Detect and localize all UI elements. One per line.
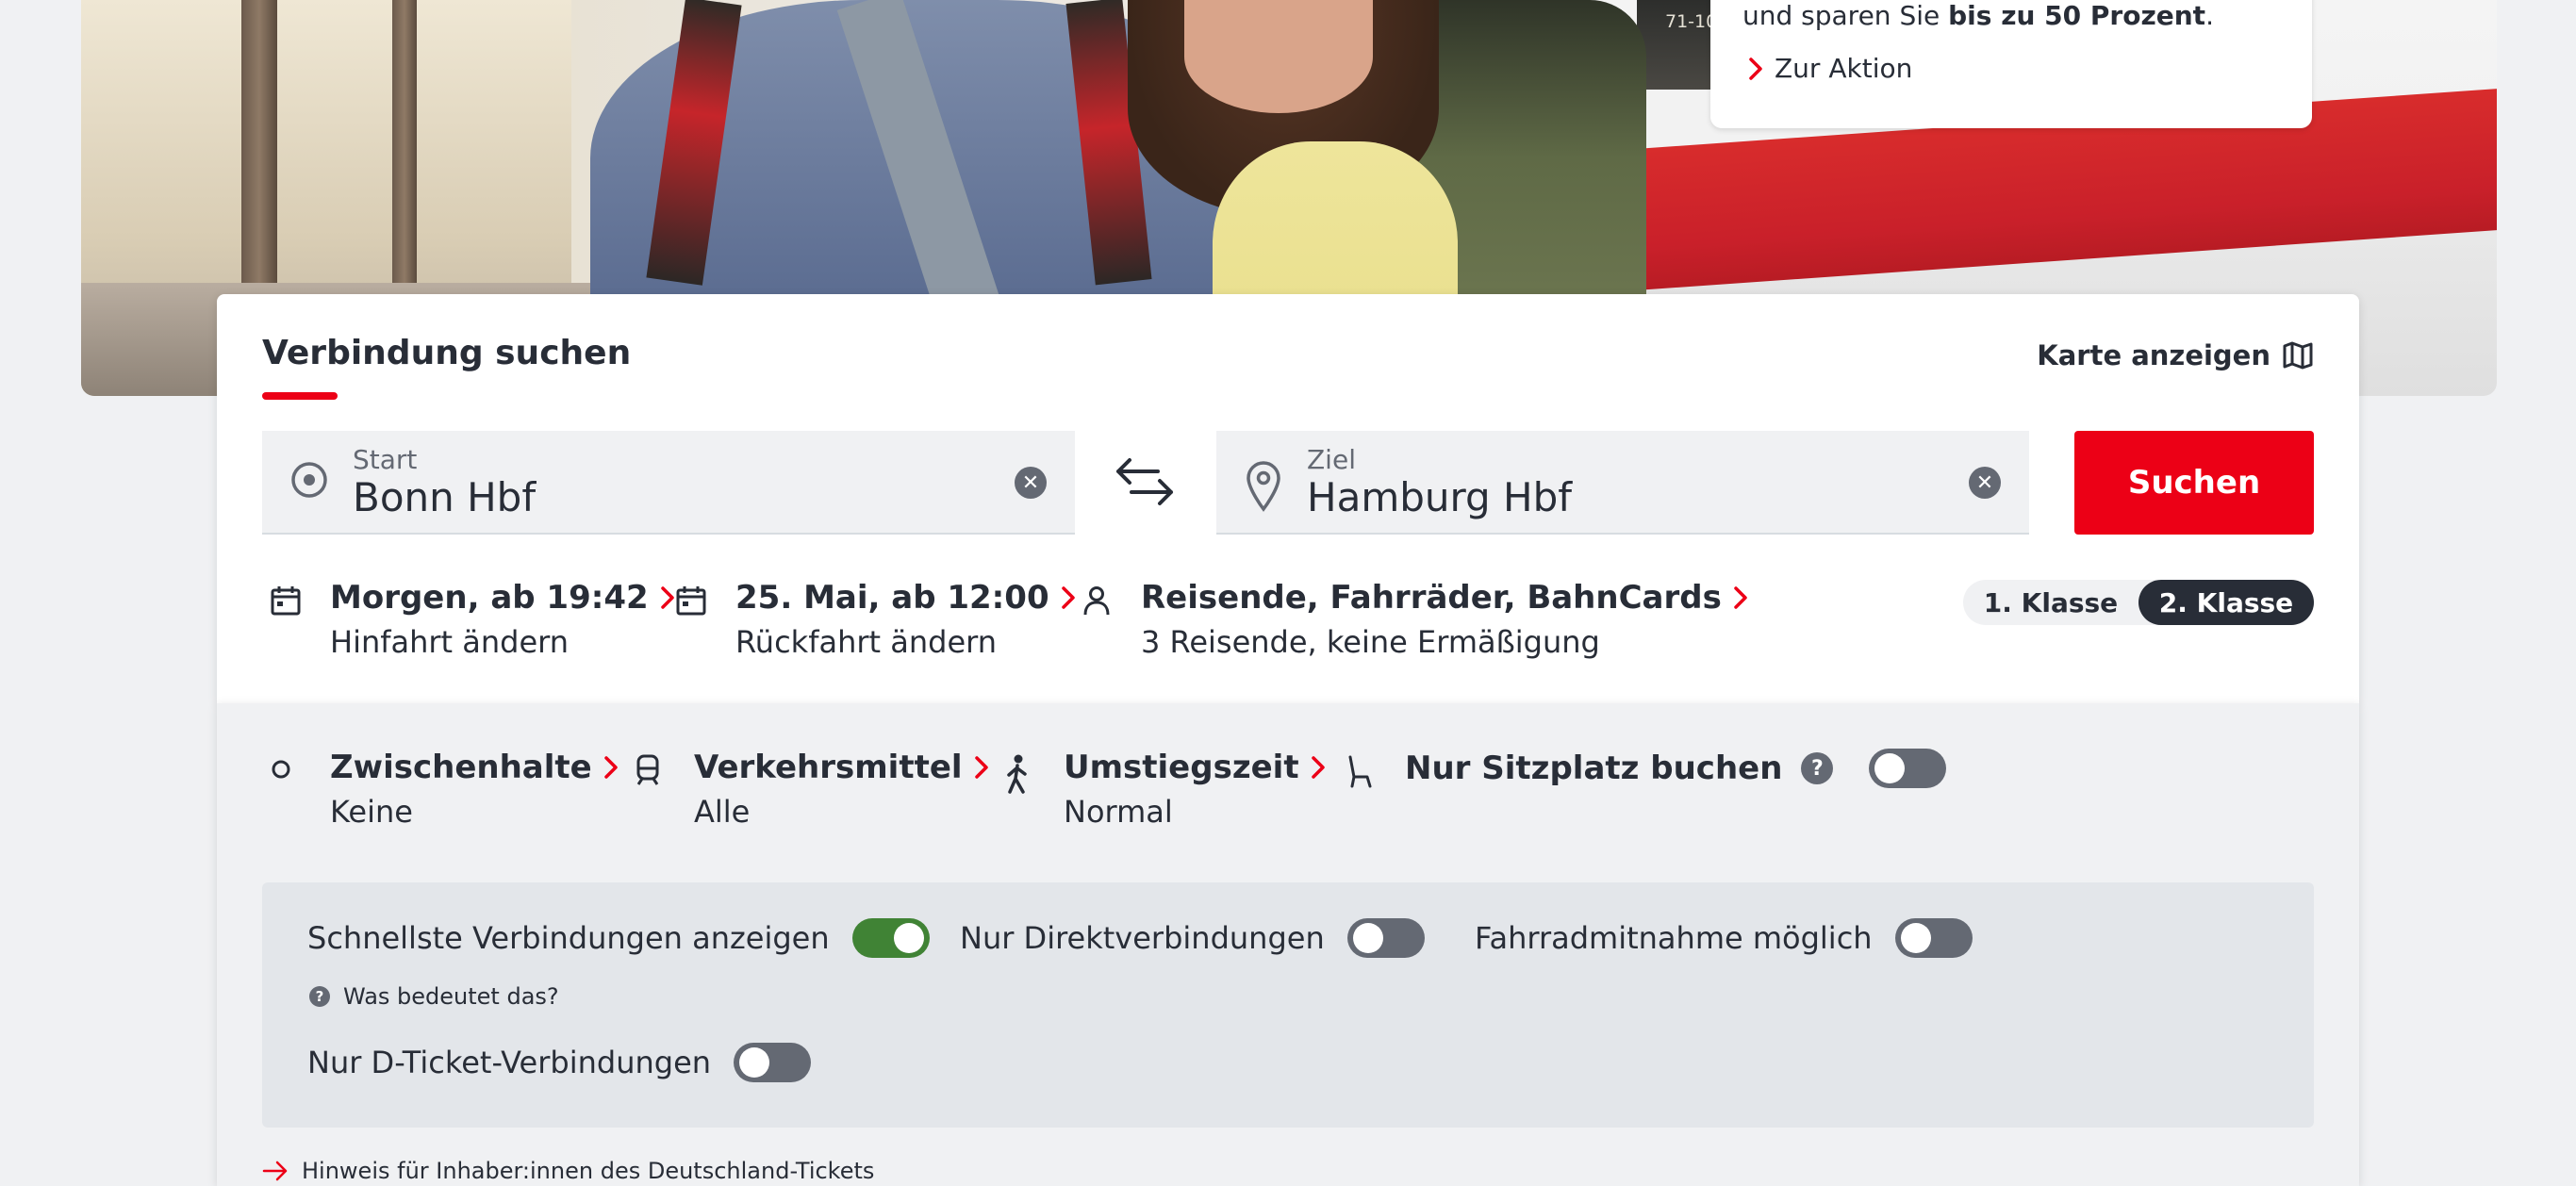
swap-icon[interactable] xyxy=(1115,456,1175,507)
deutschland-ticket-hint-link[interactable]: Hinweis für Inhaber:innen des Deutschlan… xyxy=(262,1158,874,1184)
show-map-label: Karte anzeigen xyxy=(2037,339,2271,371)
stop-circle-icon xyxy=(272,760,290,779)
filter-direct-toggle[interactable] xyxy=(1346,918,1425,958)
clear-destination-button[interactable]: ✕ xyxy=(1969,467,2001,499)
filter-bike-toggle[interactable] xyxy=(1894,918,1973,958)
seat-only-label: Nur Sitzplatz buchen xyxy=(1405,749,1783,787)
train-icon xyxy=(636,754,659,785)
chevron-right-icon xyxy=(1749,57,1762,80)
filter-dticket-label: Nur D-Ticket-Verbindungen xyxy=(307,1045,712,1080)
travellers-main: Reisende, Fahrräder, BahnCards xyxy=(1141,579,1722,617)
extended-options-panel: Zwischenhalte Keine Verkehrsmittel Alle … xyxy=(217,703,2359,1186)
return-sub: Rückfahrt ändern xyxy=(735,624,997,660)
origin-icon xyxy=(291,462,327,498)
clear-start-button[interactable]: ✕ xyxy=(1015,467,1047,499)
walking-icon xyxy=(1007,754,1027,794)
promo-card: und sparen Sie bis zu 50 Prozent. Zur Ak… xyxy=(1710,0,2312,128)
start-value[interactable]: Bonn Hbf xyxy=(353,474,536,520)
panel-title: Verbindung suchen xyxy=(262,334,632,372)
promo-cta-label: Zur Aktion xyxy=(1775,53,1913,84)
filter-dticket-toggle[interactable] xyxy=(734,1043,812,1082)
connection-search-panel: Verbindung suchen Karte anzeigen Start B… xyxy=(217,294,2359,703)
calendar-icon xyxy=(271,586,301,616)
filter-bike: Fahrradmitnahme möglich xyxy=(1475,918,1973,958)
connection-filters: Schnellste Verbindungen anzeigen Nur Dir… xyxy=(262,882,2314,1128)
show-map-link[interactable]: Karte anzeigen xyxy=(2037,339,2314,371)
chevron-right-icon xyxy=(1311,756,1325,779)
chevron-right-icon xyxy=(1061,586,1075,609)
location-pin-icon xyxy=(1247,461,1280,512)
class-option-first[interactable]: 1. Klasse xyxy=(1963,580,2138,625)
fastest-help-link[interactable]: ? Was bedeutet das? xyxy=(309,983,559,1010)
start-label: Start xyxy=(353,444,418,475)
title-underline xyxy=(262,392,338,400)
filter-direct-label: Nur Direktverbindungen xyxy=(960,920,1325,956)
destination-value[interactable]: Hamburg Hbf xyxy=(1307,474,1572,520)
help-icon[interactable]: ? xyxy=(1801,752,1834,784)
destination-label: Ziel xyxy=(1307,444,1356,475)
destination-field[interactable]: Ziel Hamburg Hbf ✕ xyxy=(1216,431,2029,535)
filter-fastest-label: Schnellste Verbindungen anzeigen xyxy=(307,920,830,956)
class-switch[interactable]: 1. Klasse 2. Klasse xyxy=(1963,580,2314,625)
seat-only-toggle[interactable] xyxy=(1869,749,1947,788)
filter-fastest: Schnellste Verbindungen anzeigen xyxy=(307,918,930,958)
filter-dticket: Nur D-Ticket-Verbindungen xyxy=(307,1043,812,1082)
filter-bike-label: Fahrradmitnahme möglich xyxy=(1475,920,1873,956)
chevron-right-icon xyxy=(974,756,988,779)
stops-main: Zwischenhalte xyxy=(330,749,592,786)
travellers-sub: 3 Reisende, keine Ermäßigung xyxy=(1141,624,1600,660)
transport-sub: Alle xyxy=(694,794,751,830)
return-main: 25. Mai, ab 12:00 xyxy=(735,579,1049,617)
promo-text: und sparen Sie bis zu 50 Prozent. xyxy=(1742,0,2214,31)
transfer-main: Umstiegszeit xyxy=(1064,749,1299,786)
start-field[interactable]: Start Bonn Hbf ✕ xyxy=(262,431,1075,535)
deutschland-ticket-hint-label: Hinweis für Inhaber:innen des Deutschlan… xyxy=(302,1158,875,1184)
fastest-help-label: Was bedeutet das? xyxy=(343,983,559,1010)
transport-main: Verkehrsmittel xyxy=(694,749,963,786)
seat-icon xyxy=(1348,755,1372,788)
arrow-right-icon xyxy=(262,1161,288,1181)
chevron-right-icon xyxy=(1734,586,1747,609)
class-option-second[interactable]: 2. Klasse xyxy=(2138,580,2314,625)
outbound-sub: Hinfahrt ändern xyxy=(330,624,570,660)
search-button[interactable]: Suchen xyxy=(2074,431,2314,535)
help-icon: ? xyxy=(309,986,330,1007)
stops-sub: Keine xyxy=(330,794,413,830)
transfer-sub: Normal xyxy=(1064,794,1173,830)
calendar-icon xyxy=(676,586,706,616)
outbound-main: Morgen, ab 19:42 xyxy=(330,579,649,617)
chevron-right-icon xyxy=(603,756,618,779)
filter-direct: Nur Direktverbindungen xyxy=(960,918,1425,958)
person-icon xyxy=(1083,586,1110,616)
map-icon xyxy=(2283,341,2313,370)
promo-cta-link[interactable]: Zur Aktion xyxy=(1748,53,1912,84)
chevron-right-icon xyxy=(660,586,674,609)
filter-fastest-toggle[interactable] xyxy=(851,918,930,958)
